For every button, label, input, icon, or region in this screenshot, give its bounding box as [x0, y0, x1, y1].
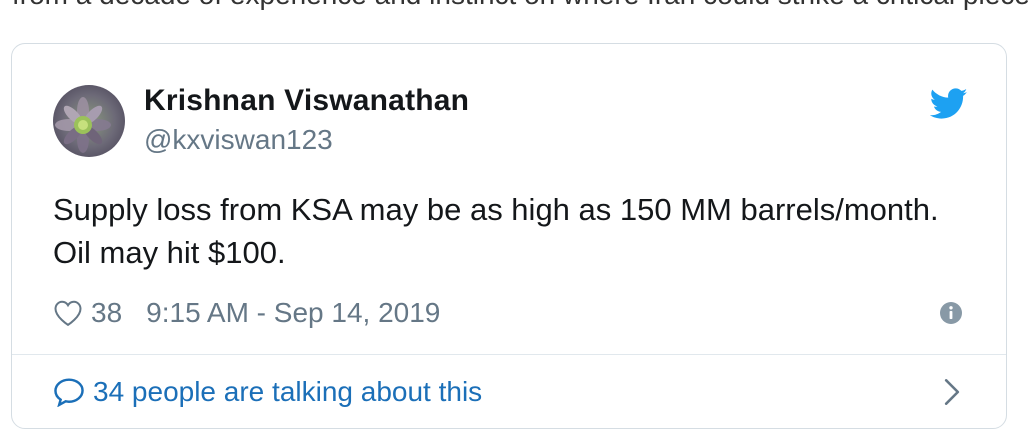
tweet-timestamp[interactable]: 9:15 AM - Sep 14, 2019	[146, 297, 440, 329]
twitter-bird-icon[interactable]	[929, 88, 968, 120]
tweet-text: Supply loss from KSA may be as high as 1…	[53, 188, 983, 274]
conversation-label[interactable]: 34 people are talking about this	[93, 376, 482, 408]
cropped-page-text-content: from a decade of experience and instinct…	[12, 0, 1032, 11]
heart-icon[interactable]	[53, 299, 83, 327]
avatar[interactable]	[53, 85, 125, 157]
info-icon[interactable]	[939, 301, 963, 325]
author-handle[interactable]: @kxviswan123	[144, 124, 333, 156]
author-name[interactable]: Krishnan Viswanathan	[144, 84, 469, 118]
card-divider	[12, 354, 1006, 355]
avatar-image	[53, 85, 125, 157]
chevron-right-icon[interactable]	[942, 378, 962, 406]
conversation-link[interactable]: 34 people are talking about this	[53, 374, 482, 410]
speech-bubble-icon	[54, 378, 84, 407]
embedded-tweet-card[interactable]: Krishnan Viswanathan @kxviswan123 Supply…	[11, 43, 1007, 429]
tweet-text-line-2: Oil may hit $100.	[53, 235, 286, 270]
tweet-text-line-1: Supply loss from KSA may be as high as 1…	[53, 192, 939, 227]
like-count[interactable]: 38	[91, 297, 122, 329]
cropped-page-text: from a decade of experience and instinct…	[0, 0, 1032, 14]
tweet-meta: 38 9:15 AM - Sep 14, 2019	[53, 296, 440, 330]
